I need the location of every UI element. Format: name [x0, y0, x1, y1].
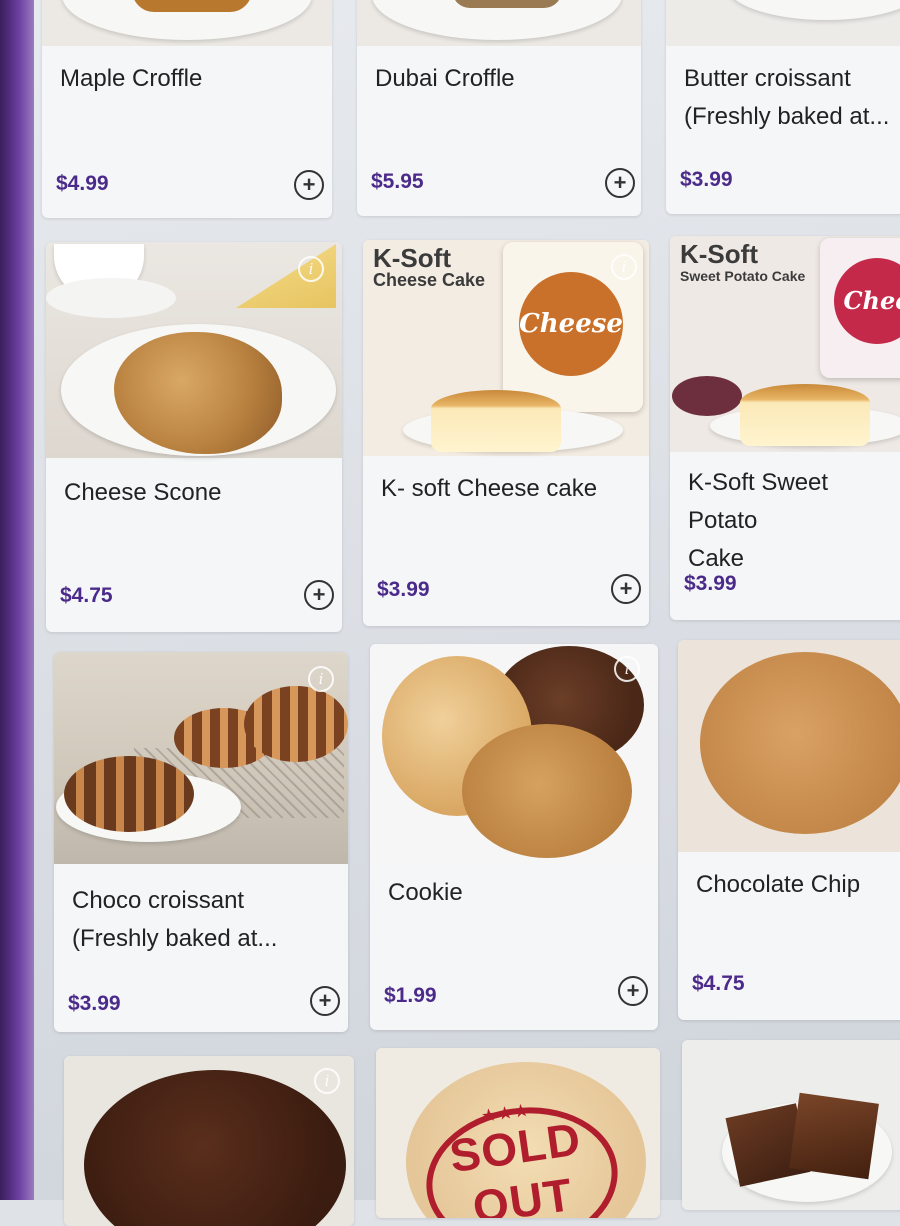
- menu-item-ksoft-cheese-cake[interactable]: K-Soft Cheese Cake Cheese i K- soft Chee…: [363, 240, 649, 626]
- menu-item-double-chocolate-cookie[interactable]: i: [64, 1056, 354, 1226]
- sweet-potato-cake: [740, 384, 870, 446]
- item-price: $4.99: [56, 172, 109, 195]
- menu-item-choco-croissant[interactable]: i Choco croissant (Freshly baked at... $…: [54, 652, 348, 1032]
- device-bezel: [0, 0, 34, 1200]
- add-to-cart-button[interactable]: +: [605, 168, 635, 198]
- plus-circle-icon: +: [318, 988, 332, 1013]
- double-chocolate-cookie-image: i: [64, 1056, 354, 1226]
- info-icon[interactable]: i: [298, 256, 324, 282]
- package-brand: K-Soft: [373, 243, 451, 273]
- add-to-cart-button[interactable]: +: [304, 580, 334, 610]
- ksoft-cheese-cake-image: K-Soft Cheese Cake Cheese i: [363, 240, 649, 456]
- maple-croffle-image: [42, 0, 332, 46]
- package-badge: Cheese: [519, 272, 623, 376]
- package-badge: Chee: [834, 258, 900, 344]
- menu-item-ksoft-sweet-potato-cake[interactable]: K-Soft Sweet Potato Cake Chee K-Soft Swe…: [670, 236, 900, 620]
- cookie-image: i: [370, 644, 658, 864]
- add-to-cart-button[interactable]: +: [294, 170, 324, 200]
- item-name: Chocolate Chip: [696, 871, 861, 898]
- plus-circle-icon: +: [613, 170, 627, 195]
- info-icon[interactable]: i: [308, 666, 334, 692]
- butter-croissant-image: [666, 0, 900, 46]
- item-price: $4.75: [692, 972, 745, 995]
- menu-item-dubai-croffle[interactable]: Dubai Croffle $5.95 +: [357, 0, 641, 216]
- sweet-potato-package: Chee: [820, 238, 900, 378]
- plus-circle-icon: +: [619, 576, 633, 601]
- dubai-croffle-image: [357, 0, 641, 46]
- item-price: $5.95: [371, 170, 424, 193]
- ksoft-sweet-potato-cake-image: K-Soft Sweet Potato Cake Chee: [670, 236, 900, 452]
- plus-circle-icon: +: [302, 172, 316, 197]
- item-price: $3.99: [68, 992, 121, 1015]
- package-brand: K-Soft: [680, 239, 758, 269]
- plus-circle-icon: +: [312, 582, 326, 607]
- package-product: Cheese Cake: [373, 270, 486, 290]
- package-product: Sweet Potato Cake: [680, 268, 806, 284]
- add-to-cart-button[interactable]: +: [618, 976, 648, 1006]
- plus-circle-icon: +: [626, 978, 640, 1003]
- item-price: $3.99: [377, 578, 430, 601]
- info-icon[interactable]: i: [314, 1068, 340, 1094]
- brownie-image: [682, 1040, 900, 1210]
- item-name: Cheese Scone: [64, 479, 222, 506]
- item-price: $4.75: [60, 584, 113, 607]
- menu-item-brownie[interactable]: [682, 1040, 900, 1210]
- choco-croissant-image: i: [54, 652, 348, 864]
- info-icon[interactable]: i: [611, 254, 637, 280]
- menu-item-cheese-scone[interactable]: i Cheese Scone $4.75 +: [46, 242, 342, 632]
- item-name: Maple Croffle: [60, 65, 203, 92]
- sold-out-item-image: ★★★ SOLD OUT: [376, 1048, 660, 1218]
- add-to-cart-button[interactable]: +: [310, 986, 340, 1016]
- add-to-cart-button[interactable]: +: [611, 574, 641, 604]
- menu-item-maple-croffle[interactable]: Maple Croffle $4.99 +: [42, 0, 332, 218]
- item-name: Cookie: [388, 879, 463, 906]
- chocolate-chip-image: [678, 640, 900, 852]
- item-price: $1.99: [384, 984, 437, 1007]
- item-price: $3.99: [684, 572, 737, 595]
- menu-item-chocolate-chip[interactable]: Chocolate Chip $4.75: [678, 640, 900, 1020]
- menu-item-cookie[interactable]: i Cookie $1.99 +: [370, 644, 658, 1030]
- menu-grid: Maple Croffle $4.99 + Dubai Croffle $5.9…: [34, 0, 900, 1226]
- item-name: Dubai Croffle: [375, 65, 515, 92]
- info-icon[interactable]: i: [614, 656, 640, 682]
- item-name: Butter croissant (Freshly baked at...: [684, 65, 890, 130]
- cheese-scone-image: i: [46, 242, 342, 458]
- item-name: K- soft Cheese cake: [381, 475, 598, 502]
- item-price: $3.99: [680, 168, 733, 191]
- item-name: K-Soft Sweet Potato Cake: [688, 469, 829, 572]
- item-name: Choco croissant (Freshly baked at...: [72, 887, 278, 952]
- menu-item-sold-out[interactable]: ★★★ SOLD OUT: [376, 1048, 660, 1218]
- menu-item-butter-croissant[interactable]: Butter croissant (Freshly baked at... $3…: [666, 0, 900, 214]
- cheese-cake: [431, 390, 561, 452]
